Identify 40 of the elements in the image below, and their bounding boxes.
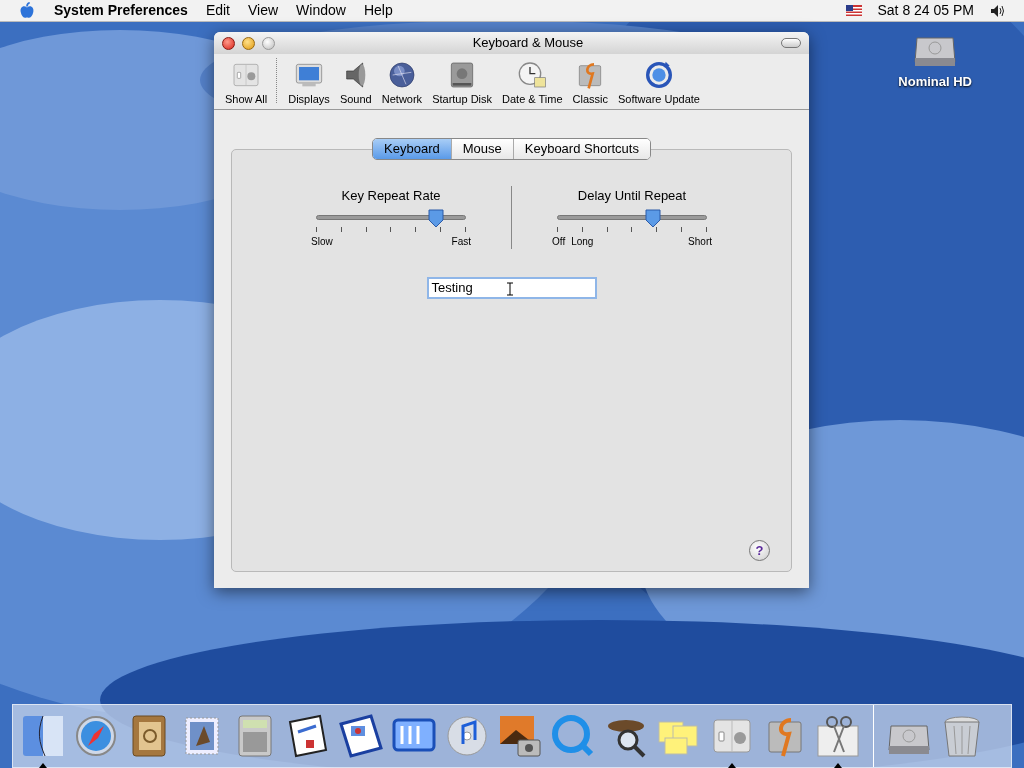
slider-thumb[interactable]	[644, 207, 662, 228]
slider-label: Slow	[311, 234, 333, 249]
flag-icon[interactable]	[846, 5, 863, 16]
apple-icon[interactable]	[18, 1, 36, 20]
slider-label: Short	[688, 234, 712, 249]
speaker-icon[interactable]	[990, 3, 1006, 18]
window-title: Keyboard & Mouse	[471, 34, 585, 53]
desktop-icon[interactable]: Nominal HD	[898, 24, 972, 92]
slider-label: Off	[552, 234, 566, 249]
toolbar-item[interactable]: Sound	[338, 58, 373, 107]
test-text-field[interactable]: Testing	[426, 276, 597, 299]
toolbar-item[interactable]: Show All	[224, 58, 269, 107]
toolbar-item[interactable]: Displays	[287, 58, 331, 107]
toolbar-item[interactable]: Classic	[571, 58, 610, 107]
text-cursor-icon	[505, 281, 514, 296]
slider-title: Key Repeat Rate	[341, 187, 441, 205]
menu-app-name[interactable]: System Preferences	[54, 0, 188, 21]
toolbar-toggle-button[interactable]	[781, 38, 801, 48]
tab[interactable]: Keyboard	[373, 139, 451, 159]
close-button[interactable]	[222, 36, 235, 50]
dock-item[interactable]	[337, 712, 385, 760]
menu-item[interactable]: Window	[296, 0, 346, 21]
toolbar-item[interactable]: Software Update	[617, 58, 701, 107]
menu-clock[interactable]: Sat 8 24 05 PM	[877, 0, 974, 21]
menu-item[interactable]: View	[248, 0, 279, 21]
slider-thumb[interactable]	[427, 207, 445, 228]
help-button[interactable]: ?	[749, 540, 770, 561]
menu-item[interactable]: Help	[363, 0, 393, 21]
slider-title: Delay Until Repeat	[577, 187, 687, 205]
slides-icon	[337, 712, 385, 760]
toolbar-item[interactable]: Date & Time	[501, 58, 564, 107]
tab[interactable]: Keyboard Shortcuts	[512, 139, 650, 159]
zoom-button[interactable]	[262, 36, 275, 50]
tab[interactable]: Mouse	[450, 139, 513, 159]
toolbar-item[interactable]: Network	[380, 58, 424, 107]
slider-label: Long	[571, 234, 594, 249]
slider-label: Fast	[451, 234, 471, 249]
minimize-button[interactable]	[242, 36, 255, 50]
toolbar-item[interactable]: Startup Disk	[431, 58, 494, 107]
menu-item[interactable]: Edit	[205, 0, 230, 21]
